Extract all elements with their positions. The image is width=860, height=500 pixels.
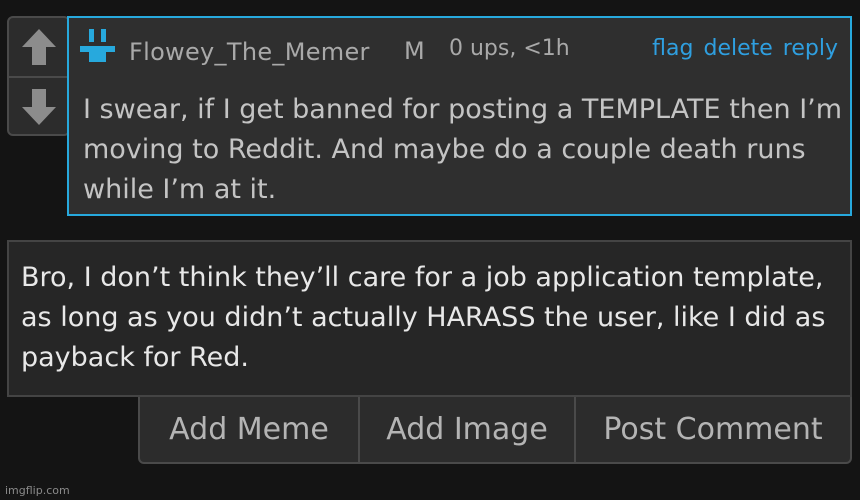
arrow-down-icon <box>21 89 56 125</box>
arrow-up-icon <box>21 29 56 65</box>
vote-column <box>7 16 70 136</box>
comment-meta: 0 ups, <1h <box>449 36 570 61</box>
post-comment-button[interactable]: Post Comment <box>574 397 850 462</box>
add-image-button[interactable]: Add Image <box>358 397 574 462</box>
reply-link[interactable]: reply <box>783 36 838 61</box>
comment-username[interactable]: Flowey_The_Memer <box>129 38 370 66</box>
flag-link[interactable]: flag <box>652 36 693 61</box>
reply-button-bar: Add Meme Add Image Post Comment <box>138 397 852 464</box>
delete-link[interactable]: delete <box>703 36 772 61</box>
comment-actions: flag delete reply <box>652 36 838 61</box>
reply-text: Bro, I don’t think they’ll care for a jo… <box>21 262 826 373</box>
mod-badge: M <box>404 37 425 65</box>
reply-textarea[interactable]: Bro, I don’t think they’ll care for a jo… <box>7 240 852 397</box>
avatar-icon[interactable] <box>77 28 117 68</box>
comment-card: Flowey_The_Memer M 0 ups, <1h flag delet… <box>67 16 852 216</box>
watermark: imgflip.com <box>5 484 70 497</box>
add-meme-button[interactable]: Add Meme <box>140 397 358 462</box>
downvote-button[interactable] <box>9 76 68 136</box>
page: Flowey_The_Memer M 0 ups, <1h flag delet… <box>0 0 860 500</box>
comment-body: I swear, if I get banned for posting a T… <box>83 94 843 205</box>
upvote-button[interactable] <box>9 18 68 76</box>
